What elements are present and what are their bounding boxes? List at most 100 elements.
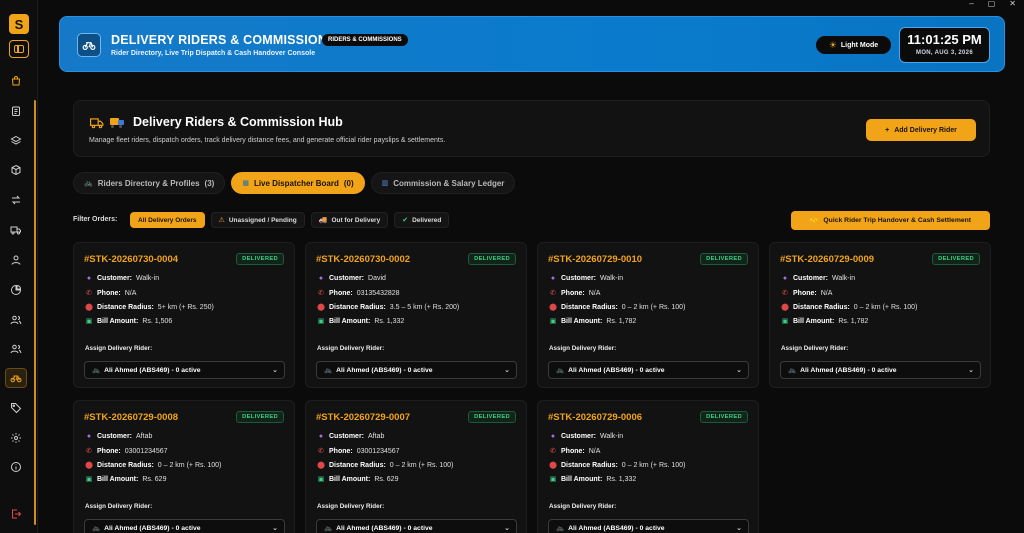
- sidebar-toggle-button[interactable]: [9, 40, 29, 58]
- light-mode-toggle[interactable]: ☀ Light Mode: [816, 36, 891, 54]
- customer-label: Customer:: [329, 433, 365, 440]
- chevron-down-icon: ⌄: [504, 525, 510, 532]
- person-icon: ●: [86, 275, 92, 282]
- logout-icon: [12, 509, 22, 519]
- customer-row: ● Customer: Aftab: [85, 433, 153, 440]
- cash-icon: ▣: [781, 318, 789, 325]
- distance-value: 0 – 2 km (+ Rs. 100): [389, 461, 454, 469]
- sidebar-item-riders[interactable]: [5, 368, 27, 388]
- cash-icon: ▣: [549, 318, 557, 325]
- customer-value: Walk-in: [600, 275, 624, 282]
- customer-row: ● Customer: Walk-in: [781, 275, 855, 282]
- sidebar-item-products[interactable]: [5, 160, 27, 180]
- sidebar-item-transfers[interactable]: [5, 190, 27, 210]
- sidebar-item-logout[interactable]: [5, 504, 27, 524]
- phone-row: ✆ Phone: N/A: [549, 447, 600, 456]
- sidebar-item-settings[interactable]: [5, 428, 27, 448]
- sidebar-item-orders[interactable]: [5, 71, 27, 91]
- minimize-button[interactable]: –: [969, 0, 973, 8]
- delivery-truck-icon: [110, 116, 124, 128]
- truck-icon: [10, 226, 21, 235]
- bill-row: ▣ Bill Amount: Rs. 629: [85, 475, 167, 484]
- rider-select[interactable]: 🚲 Ali Ahmed (ABS469) - 0 active ⌄: [548, 361, 749, 379]
- tab-bar: 🚲 Riders Directory & Profiles (3) ▦ Live…: [73, 172, 516, 194]
- rider-select-value: Ali Ahmed (ABS469) - 0 active: [336, 524, 433, 532]
- sidebar-item-analytics[interactable]: [5, 280, 27, 300]
- tab-riders-directory[interactable]: 🚲 Riders Directory & Profiles (3): [73, 172, 226, 194]
- truck-icon: [90, 116, 104, 129]
- customer-label: Customer:: [561, 433, 597, 440]
- tab-label: Riders Directory & Profiles: [97, 178, 200, 188]
- maximize-button[interactable]: ▢: [988, 0, 996, 8]
- sidebar-item-delivery[interactable]: [5, 220, 27, 240]
- bill-label: Bill Amount:: [97, 475, 139, 483]
- distance-value: 0 – 2 km (+ Rs. 100): [157, 461, 222, 469]
- filter-delivered[interactable]: ✔ Delivered: [394, 212, 450, 228]
- rider-select[interactable]: 🚲 Ali Ahmed (ABS469) - 0 active ⌄: [84, 361, 285, 379]
- check-icon: ✔: [402, 217, 409, 224]
- quick-handover-button[interactable]: 🤝 Quick Rider Trip Handover & Cash Settl…: [791, 211, 990, 230]
- rider-select[interactable]: 🚲 Ali Ahmed (ABS469) - 0 active ⌄: [316, 361, 517, 379]
- phone-label: Phone:: [329, 447, 353, 455]
- filter-all-orders[interactable]: All Delivery Orders: [130, 212, 205, 228]
- pin-icon: ⬤: [85, 462, 93, 469]
- order-id: #STK-20260729-0008: [84, 412, 179, 423]
- distance-label: Distance Radius:: [793, 303, 850, 311]
- add-delivery-rider-button[interactable]: + Add Delivery Rider: [866, 119, 976, 141]
- close-button[interactable]: ✕: [1009, 0, 1016, 8]
- bike-icon: 🚲: [556, 367, 565, 374]
- chart-icon: ▥: [381, 180, 389, 187]
- tab-commission-ledger[interactable]: ▥ Commission & Salary Ledger: [370, 172, 516, 194]
- plus-icon: +: [885, 126, 890, 134]
- tab-live-dispatcher[interactable]: ▦ Live Dispatcher Board (0): [231, 172, 365, 194]
- rider-select[interactable]: 🚲 Ali Ahmed (ABS469) - 0 active ⌄: [84, 519, 285, 533]
- sidebar-item-reports[interactable]: [5, 101, 27, 121]
- rider-select[interactable]: 🚲 Ali Ahmed (ABS469) - 0 active ⌄: [780, 361, 981, 379]
- bill-label: Bill Amount:: [97, 317, 139, 325]
- phone-label: Phone:: [561, 289, 585, 297]
- sidebar-item-customer[interactable]: [5, 250, 27, 270]
- rider-select[interactable]: 🚲 Ali Ahmed (ABS469) - 0 active ⌄: [548, 519, 749, 533]
- order-id: #STK-20260730-0004: [84, 254, 179, 265]
- distance-row: ⬤ Distance Radius: 0 – 2 km (+ Rs. 100): [549, 461, 685, 470]
- filter-label: Filter Orders:: [73, 216, 118, 223]
- sidebar-item-staff[interactable]: [5, 310, 27, 330]
- filter-label: All Delivery Orders: [138, 216, 197, 224]
- rider-select[interactable]: 🚲 Ali Ahmed (ABS469) - 0 active ⌄: [316, 519, 517, 533]
- sidebar-item-team[interactable]: [5, 339, 27, 359]
- assign-rider-label: Assign Delivery Rider:: [549, 503, 617, 510]
- distance-label: Distance Radius:: [97, 303, 154, 311]
- hub-card: Delivery Riders & Commission Hub Manage …: [73, 100, 990, 157]
- phone-icon: ✆: [318, 290, 324, 297]
- cash-icon: ▣: [317, 476, 325, 483]
- filter-unassigned[interactable]: ⚠ Unassigned / Pending: [210, 212, 305, 228]
- pin-icon: ⬤: [317, 462, 325, 469]
- filter-out-for-delivery[interactable]: 🚚 Out for Delivery: [310, 212, 389, 228]
- rider-select-value: Ali Ahmed (ABS469) - 0 active: [800, 366, 897, 374]
- sidebar-item-info[interactable]: [5, 457, 27, 477]
- assign-rider-label: Assign Delivery Rider:: [317, 503, 385, 510]
- window-controls: – ▢ ✕: [969, 0, 1016, 8]
- users-icon: [10, 344, 22, 354]
- assign-rider-label: Assign Delivery Rider:: [317, 345, 385, 352]
- customer-label: Customer:: [97, 433, 133, 440]
- pin-icon: ⬤: [549, 462, 557, 469]
- bike-icon: [10, 375, 22, 383]
- sidebar-item-layers[interactable]: [5, 131, 27, 151]
- truck-icon: 🚚: [318, 217, 328, 224]
- assign-rider-label: Assign Delivery Rider:: [85, 503, 153, 510]
- users-icon: [10, 315, 22, 325]
- warning-icon: ⚠: [218, 217, 225, 224]
- phone-icon: ✆: [550, 448, 556, 455]
- status-badge: DELIVERED: [468, 411, 516, 423]
- phone-icon: ✆: [318, 448, 324, 455]
- sidebar-item-tags[interactable]: [5, 398, 27, 418]
- sidebar-scrollbar[interactable]: [34, 100, 36, 525]
- bike-icon: 🚲: [556, 525, 565, 532]
- cash-icon: ▣: [85, 318, 93, 325]
- pin-icon: ⬤: [317, 304, 325, 311]
- page-subtitle: Rider Directory, Live Trip Dispatch & Ca…: [111, 50, 316, 57]
- bill-value: Rs. 1,332: [374, 317, 405, 325]
- bill-label: Bill Amount:: [329, 317, 371, 325]
- bike-icon: 🚲: [92, 525, 101, 532]
